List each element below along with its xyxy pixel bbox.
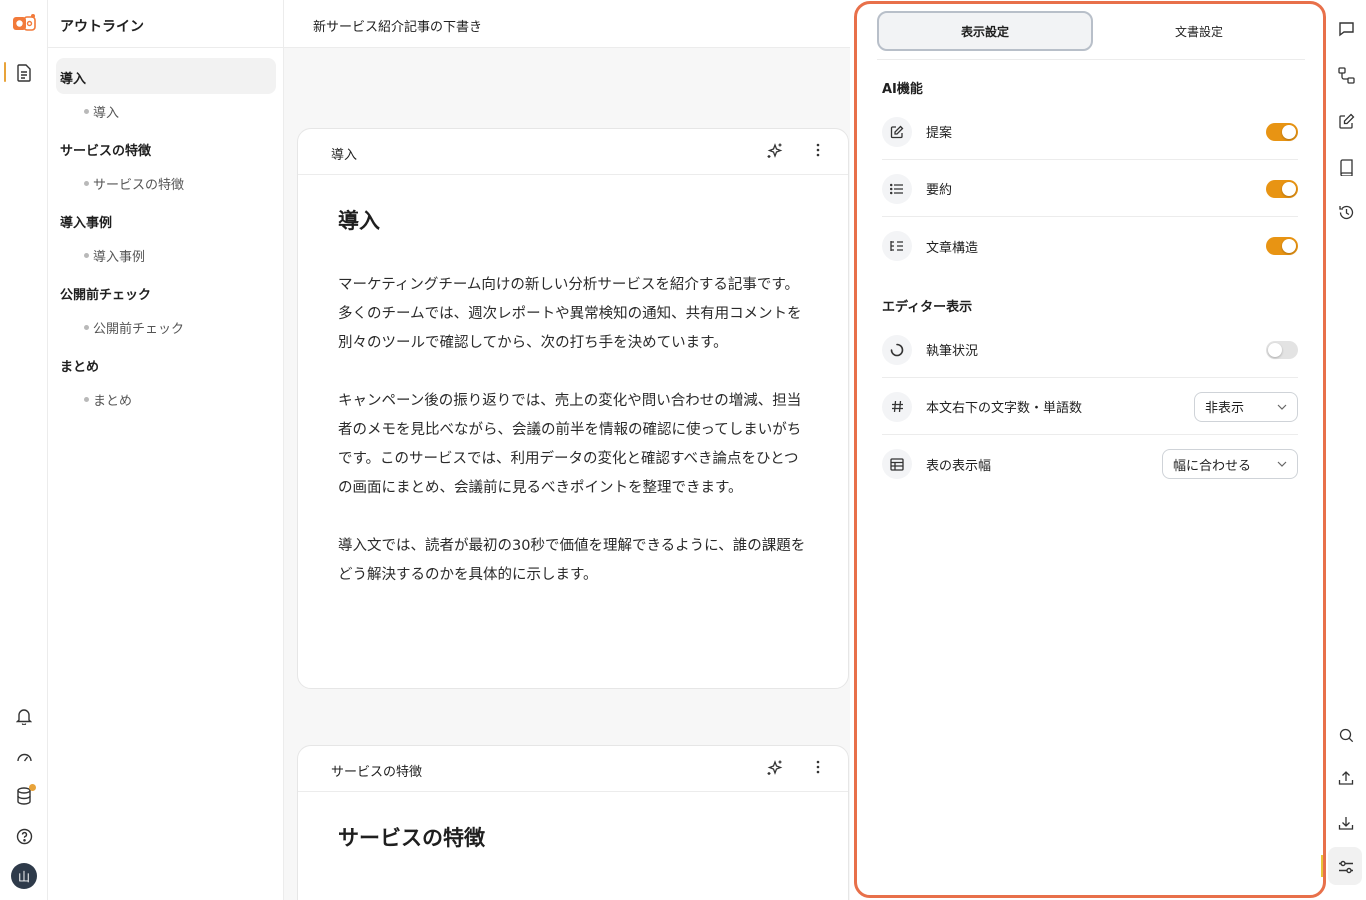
tab-display-settings[interactable]: 表示設定: [877, 11, 1093, 51]
structure-icon: [882, 231, 912, 261]
table-width-select[interactable]: 幅に合わせる: [1162, 449, 1298, 479]
help-icon[interactable]: [12, 824, 36, 848]
outline-subitem-label: 公開前チェック: [93, 322, 185, 337]
outline-title: アウトライン: [48, 0, 283, 48]
hash-icon: [882, 391, 912, 422]
list-icon: [882, 173, 912, 204]
document-icon[interactable]: [12, 61, 36, 85]
setting-label: 表の表示幅: [926, 458, 992, 474]
chevron-down-icon: [1277, 404, 1287, 410]
section-heading: 導入: [338, 209, 380, 233]
select-value: 非表示: [1205, 401, 1245, 416]
upload-icon[interactable]: [1334, 766, 1358, 790]
word-count-select[interactable]: 非表示: [1194, 391, 1298, 422]
progress-icon: [882, 334, 912, 365]
suggest-toggle[interactable]: [1266, 122, 1298, 141]
setting-row-table-width: 表の表示幅 幅に合わせる: [882, 436, 1298, 492]
table-icon: [882, 449, 912, 479]
editor-area: 導入 導入 マーケティングチーム向けの新しい分析サービスを紹介する記事です。多く…: [284, 48, 850, 900]
settings-sliders-icon[interactable]: [1334, 855, 1358, 879]
setting-row-suggest: 提案: [882, 104, 1298, 160]
share-nodes-icon[interactable]: [1334, 63, 1358, 87]
editor-section-title: エディター表示: [882, 300, 973, 315]
section-card: 導入 導入 マーケティングチーム向けの新しい分析サービスを紹介する記事です。多く…: [297, 128, 849, 689]
left-rail: 山: [0, 0, 48, 900]
ai-section-title: AI機能: [882, 82, 923, 97]
setting-label: 文章構造: [926, 240, 979, 256]
chevron-down-icon: [1277, 461, 1287, 467]
structure-toggle[interactable]: [1266, 237, 1298, 255]
setting-row-writing-status: 執筆状況: [882, 322, 1298, 378]
outline-subitem-label: 導入事例: [93, 250, 146, 265]
setting-label: 本文右下の文字数・単語数: [926, 401, 1083, 416]
edit-note-icon[interactable]: [1334, 109, 1358, 133]
ai-sparkle-icon[interactable]: [766, 759, 784, 781]
outline-heading[interactable]: 導入事例: [60, 212, 112, 231]
writing-status-toggle[interactable]: [1266, 340, 1298, 359]
outline-heading[interactable]: まとめ: [60, 356, 99, 375]
outline-heading[interactable]: サービスの特徴: [60, 140, 151, 159]
history-icon[interactable]: [1334, 200, 1358, 224]
outline-subitem[interactable]: まとめ: [84, 390, 132, 409]
notification-badge: [29, 784, 36, 791]
outline-subitem[interactable]: サービスの特徴: [84, 174, 184, 193]
outline-panel: アウトライン: [48, 0, 284, 900]
edit-icon: [882, 116, 912, 147]
comment-icon[interactable]: [1334, 17, 1358, 41]
settings-panel: 表示設定 文書設定 AI機能 提案 要約 文章構造 エディター表示 執筆状況 本…: [854, 1, 1326, 898]
document-title: 新サービス紹介記事の下書き: [284, 0, 850, 48]
right-rail: [1321, 0, 1366, 900]
outline-heading[interactable]: 公開前チェック: [60, 284, 151, 303]
setting-label: 要約: [926, 183, 953, 198]
section-heading: サービスの特徴: [338, 826, 485, 850]
outline-subitem[interactable]: 導入事例: [84, 246, 145, 265]
active-indicator: [1321, 855, 1323, 877]
outline-subitem-label: 導入: [93, 106, 120, 121]
setting-label: 提案: [926, 126, 953, 141]
download-icon[interactable]: [1334, 811, 1358, 835]
setting-row-summary: 要約: [882, 161, 1298, 217]
more-menu-icon[interactable]: [816, 759, 820, 779]
section-card-header: 導入: [298, 129, 848, 175]
section-card-label: 導入: [331, 148, 358, 163]
active-indicator: [4, 62, 6, 82]
bell-icon[interactable]: [12, 704, 36, 728]
database-icon[interactable]: [12, 784, 36, 808]
setting-label: 執筆状況: [926, 344, 979, 359]
tab-document-settings[interactable]: 文書設定: [1093, 11, 1305, 51]
book-icon[interactable]: [1334, 155, 1358, 179]
outline-subitem-label: まとめ: [93, 394, 133, 409]
setting-row-word-count: 本文右下の文字数・単語数 非表示: [882, 379, 1298, 435]
summary-toggle[interactable]: [1266, 179, 1298, 198]
settings-tabs: 表示設定 文書設定: [877, 11, 1305, 51]
more-menu-icon[interactable]: [816, 142, 820, 162]
outline-subitem-label: サービスの特徴: [93, 178, 185, 193]
outline-subitem[interactable]: 導入: [84, 102, 119, 121]
section-card-body[interactable]: サービスの特徴: [298, 792, 848, 900]
outline-subitem[interactable]: 公開前チェック: [84, 318, 184, 337]
paragraph: マーケティングチーム向けの新しい分析サービスを紹介する記事です。多くのチームでは…: [338, 277, 802, 351]
section-card-header: サービスの特徴: [298, 746, 848, 792]
app-logo-icon[interactable]: [12, 12, 36, 36]
avatar[interactable]: 山: [11, 863, 37, 889]
section-card-label: サービスの特徴: [331, 765, 423, 780]
ai-sparkle-icon[interactable]: [766, 142, 784, 164]
outline-active-highlight: [56, 58, 276, 94]
outline-heading[interactable]: 導入: [60, 68, 86, 87]
divider: [877, 59, 1305, 60]
paragraph: 導入文では、読者が最初の30秒で価値を理解できるように、誰の課題をどう解決するの…: [338, 538, 806, 583]
section-card-body[interactable]: 導入 マーケティングチーム向けの新しい分析サービスを紹介する記事です。多くのチー…: [298, 175, 848, 659]
paragraph: キャンペーン後の振り返りでは、売上の変化や問い合わせの増減、担当者のメモを見比べ…: [338, 393, 802, 496]
setting-row-structure: 文章構造: [882, 218, 1298, 274]
gauge-icon[interactable]: [12, 744, 36, 768]
select-value: 幅に合わせる: [1173, 458, 1252, 474]
section-card: サービスの特徴 サービスの特徴: [297, 745, 849, 900]
search-icon[interactable]: [1334, 723, 1358, 747]
